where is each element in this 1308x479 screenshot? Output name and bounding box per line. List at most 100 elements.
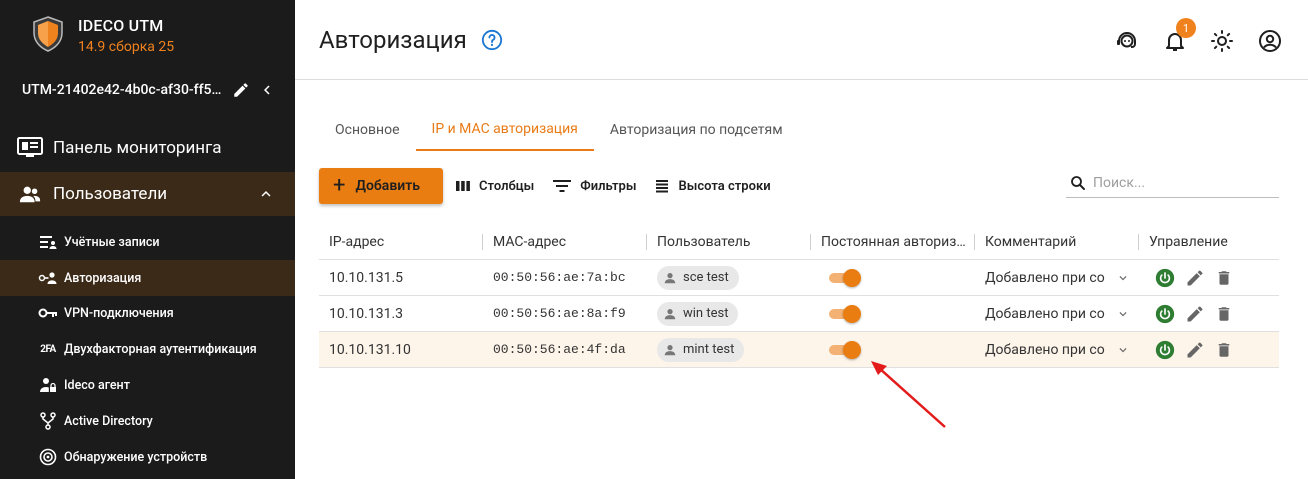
- delete-icon[interactable]: [1215, 341, 1233, 359]
- cell-actions: [1139, 332, 1279, 367]
- cell-mac: 00:50:56:ae:8a:f9: [493, 306, 626, 321]
- power-icon[interactable]: [1155, 340, 1175, 360]
- col-header-user[interactable]: Пользователь: [647, 224, 811, 259]
- user-chip[interactable]: mint test: [657, 337, 745, 362]
- delete-icon[interactable]: [1215, 305, 1233, 323]
- comment-text: Добавлено при со: [985, 305, 1105, 322]
- app-name: IDECO UTM: [78, 16, 164, 35]
- user-chip-label: mint test: [683, 342, 735, 357]
- edit-icon[interactable]: [1185, 268, 1205, 288]
- app-version: 14.9 сборка 25: [78, 39, 175, 55]
- auth-icon: [38, 271, 58, 285]
- chevron-up-icon: [257, 185, 275, 208]
- shield-logo-icon: [33, 16, 63, 52]
- person-icon: [664, 272, 676, 283]
- nav-users[interactable]: Пользователи: [0, 172, 295, 216]
- edit-icon[interactable]: [1185, 304, 1205, 324]
- bell-icon[interactable]: 1: [1162, 18, 1196, 54]
- user-chip-label: sce test: [683, 270, 729, 285]
- person-icon: [664, 344, 676, 355]
- cell-comment: Добавлено при со: [975, 260, 1139, 295]
- expand-comment-icon[interactable]: [1116, 307, 1130, 321]
- col-header-actions[interactable]: Управление: [1139, 224, 1279, 259]
- comment-text: Добавлено при со: [985, 269, 1105, 286]
- search-input[interactable]: Поиск...: [1093, 175, 1145, 191]
- sidebar-item-label: Обнаружение устройств: [64, 449, 208, 465]
- edit-icon[interactable]: [1185, 340, 1205, 360]
- agent-icon: [38, 377, 58, 393]
- cell-ip: 10.10.131.5: [329, 269, 404, 286]
- cell-mac: 00:50:56:ae:4f:da: [493, 342, 626, 357]
- power-icon[interactable]: [1155, 268, 1175, 288]
- permanent-auth-toggle[interactable]: [829, 268, 861, 287]
- tab-subnet-auth[interactable]: Авторизация по подсетям: [594, 108, 799, 151]
- cell-user: mint test: [647, 332, 811, 367]
- cell-permanent: [811, 260, 975, 295]
- comment-text: Добавлено при со: [985, 341, 1105, 358]
- sidebar: IDECO UTM 14.9 сборка 25 UTM-21402e42-4b…: [0, 0, 295, 479]
- add-button[interactable]: + Добавить: [319, 168, 443, 204]
- radar-icon: [38, 448, 58, 466]
- sidebar-item-accounts[interactable]: Учётные записи: [0, 224, 295, 260]
- collapse-sidebar-icon[interactable]: [258, 81, 276, 99]
- sidebar-item-label: Двухфакторная аутентификация: [64, 341, 257, 357]
- col-header-permanent[interactable]: Постоянная авториз…: [811, 224, 975, 259]
- columns-button[interactable]: Столбцы: [455, 179, 534, 194]
- person-icon: [664, 308, 676, 319]
- nav-monitoring[interactable]: Панель мониторинга: [0, 126, 295, 170]
- account-icon[interactable]: [1257, 28, 1283, 54]
- server-name: UTM-21402e42-4b0c-af30-ff5…: [22, 82, 222, 98]
- expand-comment-icon[interactable]: [1116, 271, 1130, 285]
- permanent-auth-toggle[interactable]: [829, 340, 861, 359]
- user-chip[interactable]: win test: [657, 301, 739, 326]
- user-chip-label: win test: [683, 306, 729, 321]
- filters-label: Фильтры: [580, 178, 637, 194]
- table-header: IP-адрес MAC-адрес Пользователь Постоянн…: [319, 224, 1279, 260]
- col-header-mac[interactable]: MAC-адрес: [483, 224, 647, 259]
- nav-users-label: Пользователи: [53, 184, 168, 204]
- permanent-auth-toggle[interactable]: [829, 304, 861, 323]
- tab-bar: Основное IP и MAC авторизация Авторизаци…: [319, 108, 799, 152]
- sidebar-item-auth[interactable]: Авторизация: [0, 260, 295, 296]
- delete-icon[interactable]: [1215, 269, 1233, 287]
- cell-actions: [1139, 296, 1279, 331]
- table-row[interactable]: 10.10.131.3 00:50:56:ae:8a:f9 win test Д…: [319, 296, 1279, 332]
- sidebar-item-vpn[interactable]: VPN-подключения: [0, 295, 295, 331]
- cell-comment: Добавлено при со: [975, 296, 1139, 331]
- sidebar-item-discovery[interactable]: Обнаружение устройств: [0, 439, 295, 475]
- sidebar-item-agent[interactable]: Ideco агент: [0, 367, 295, 403]
- logo-block: IDECO UTM 14.9 сборка 25: [33, 16, 174, 57]
- sidebar-item-label: VPN-подключения: [64, 305, 174, 321]
- sidebar-item-2fa[interactable]: 2FA Двухфакторная аутентификация: [0, 331, 295, 367]
- cell-user: sce test: [647, 260, 811, 295]
- col-header-ip[interactable]: IP-адрес: [319, 224, 483, 259]
- support-chat-icon[interactable]: [1114, 28, 1140, 54]
- auth-table: IP-адрес MAC-адрес Пользователь Постоянн…: [319, 224, 1279, 368]
- nav-monitoring-label: Панель мониторинга: [53, 138, 222, 158]
- tab-main[interactable]: Основное: [319, 108, 416, 151]
- monitor-icon: [17, 137, 43, 157]
- table-row[interactable]: 10.10.131.10 00:50:56:ae:4f:da mint test…: [319, 332, 1279, 368]
- power-icon[interactable]: [1155, 304, 1175, 324]
- row-height-button[interactable]: Высота строки: [654, 179, 771, 194]
- cell-comment: Добавлено при со: [975, 332, 1139, 367]
- toolbar: + Добавить Столбцы Фильтры Высота строки: [319, 168, 771, 204]
- col-header-comment[interactable]: Комментарий: [975, 224, 1139, 259]
- table-row[interactable]: 10.10.131.5 00:50:56:ae:7a:bc sce test Д…: [319, 260, 1279, 296]
- columns-icon: [455, 179, 471, 193]
- sidebar-item-label: Авторизация: [64, 270, 142, 286]
- edit-server-icon[interactable]: [232, 81, 250, 99]
- sidebar-item-label: Учётные записи: [64, 234, 160, 250]
- expand-comment-icon[interactable]: [1116, 343, 1130, 357]
- main-area: Авторизация 1 Основное IP и MAC авториза…: [295, 0, 1308, 479]
- page-title: Авторизация: [319, 26, 467, 54]
- users-icon: [19, 186, 41, 203]
- sidebar-item-ad[interactable]: Active Directory: [0, 403, 295, 439]
- search-field[interactable]: Поиск...: [1066, 168, 1279, 198]
- cell-mac: 00:50:56:ae:7a:bc: [493, 270, 626, 285]
- theme-sun-icon[interactable]: [1209, 28, 1235, 54]
- user-chip[interactable]: sce test: [657, 265, 739, 290]
- help-icon[interactable]: [481, 29, 503, 55]
- filters-button[interactable]: Фильтры: [552, 179, 636, 194]
- tab-ip-mac-auth[interactable]: IP и MAC авторизация: [415, 108, 594, 151]
